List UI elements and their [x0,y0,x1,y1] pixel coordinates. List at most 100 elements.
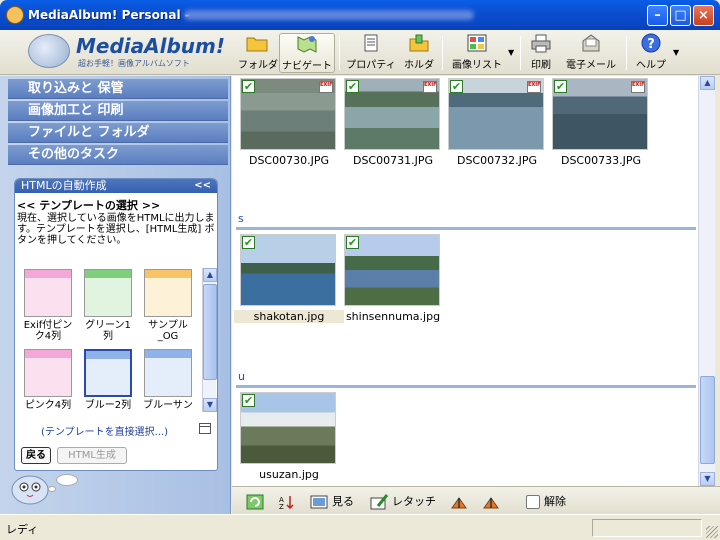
task-files-folders[interactable]: ファイルと フォルダ [8,123,228,143]
exif-badge-icon: EXIF [423,81,437,93]
direct-template-select-link[interactable]: (テンプレートを直接選択...) [41,423,168,438]
photo-item[interactable]: ✔ usuzan.jpg [240,392,338,481]
toolbar-separator [339,36,340,70]
template-thumbnail [144,349,192,397]
view-button[interactable]: 見る [310,492,354,512]
close-button[interactable]: × [693,5,714,26]
logo-subtitle: 超お手軽！画像アルバムソフト [78,59,190,68]
task-import-save[interactable]: 取り込みと 保管 [8,79,228,99]
retouch-button[interactable]: レタッチ [370,492,436,512]
collapse-chevron-icon[interactable]: << [194,179,211,193]
template-item[interactable]: ブルーサン [141,349,195,411]
check-icon[interactable]: ✔ [346,236,359,249]
svg-text:?: ? [647,37,655,52]
photo-filename: DSC00731.JPG [352,154,434,167]
photo-thumbnail[interactable]: ✔ EXIF [240,78,336,150]
html-generate-button[interactable]: HTML生成 [57,447,127,464]
template-thumbnail [144,269,192,317]
sort-button[interactable]: AZ [278,492,300,512]
retouch-label: レタッチ [392,495,436,508]
email-icon [582,34,600,52]
window-title-redacted [184,10,474,20]
task-other[interactable]: その他のタスク [8,145,228,165]
check-icon[interactable]: ✔ [242,236,255,249]
scroll-down-icon[interactable]: ▼ [700,472,715,486]
toolbar-separator [520,36,521,70]
check-icon[interactable]: ✔ [242,394,255,407]
photo-filename: usuzan.jpg [259,468,319,481]
rotate-right-button[interactable] [482,492,504,512]
html-generator-panel: HTMLの自動作成 << << テンプレートの選択 >> 現在、選択している画像… [14,178,218,471]
app-icon [6,6,24,24]
group-divider [236,385,696,388]
template-item[interactable]: Exif付ピンク4列 [21,269,75,342]
photo-filename: shakotan.jpg [234,310,344,323]
photo-thumbnail[interactable]: ✔ EXIF [344,78,440,150]
template-scrollbar[interactable]: ▲ ▼ [202,268,217,412]
template-thumbnail [24,349,72,397]
toolbar-holder-button[interactable]: ホルダ [400,33,438,73]
deselect-button[interactable]: 解除 [526,492,566,512]
scroll-up-icon[interactable]: ▲ [700,76,715,90]
toolbar-folder-button[interactable]: フォルダ [238,33,278,73]
photo-item[interactable]: ✔ EXIF DSC00732.JPG [448,78,546,167]
status-bar: レディ [0,514,720,540]
template-thumbnail [24,269,72,317]
task-image-edit-print[interactable]: 画像加工と 印刷 [8,101,228,121]
exif-badge-icon: EXIF [527,81,541,93]
rotate-left-button[interactable] [450,492,472,512]
mascot-icon [11,475,49,505]
photo-item-selected[interactable]: ✔ shakotan.jpg [234,234,344,323]
window-icon[interactable] [199,423,211,434]
template-item[interactable]: サンプル_OG [141,269,195,342]
photo-thumbnail[interactable]: ✔ [240,392,336,464]
check-icon[interactable]: ✔ [242,80,255,93]
image-list-dropdown-icon[interactable]: ▼ [508,48,514,57]
maximize-button[interactable]: □ [670,5,691,26]
resize-grip-icon[interactable] [706,526,718,538]
template-item-selected[interactable]: ブルー2列 [81,349,135,411]
check-icon[interactable]: ✔ [554,80,567,93]
group-label: s [238,212,244,225]
template-item[interactable]: ピンク4列 [21,349,75,411]
html-panel-header[interactable]: HTMLの自動作成 << [15,179,217,193]
content-scroll-thumb[interactable] [700,376,715,464]
thumbnail-view[interactable]: ✔ EXIF DSC00730.JPG ✔ EXIF DSC00731.JPG … [232,76,698,486]
exif-badge-icon: EXIF [319,81,333,93]
check-icon[interactable]: ✔ [346,80,359,93]
template-scroll-thumb[interactable] [203,284,217,380]
minimize-button[interactable]: – [647,5,668,26]
back-button[interactable]: 戻る [21,447,51,464]
check-icon[interactable]: ✔ [450,80,463,93]
content-scrollbar[interactable]: ▲ ▼ [698,76,715,486]
toolbar-print-button[interactable]: 印刷 [526,33,556,73]
toolbar-navigate-button[interactable]: ナビゲート [279,33,335,73]
toolbar-separator [626,36,627,70]
toolbar-image-list-button[interactable]: 画像リスト [449,33,505,73]
title-bar[interactable]: MediaAlbum! Personal - – □ × [0,0,720,30]
photo-filename: DSC00732.JPG [456,154,538,167]
toolbar-email-button[interactable]: 電子メール [561,33,621,73]
refresh-icon [246,494,264,510]
help-icon: ? [641,33,661,53]
toolbar-help-button[interactable]: ? ヘルプ [633,33,669,73]
toolbar-properties-button[interactable]: プロパティ [346,33,396,73]
scroll-up-icon[interactable]: ▲ [203,268,217,282]
photo-item[interactable]: ✔ EXIF DSC00733.JPG [552,78,650,167]
template-thumbnail [84,269,132,317]
photo-thumbnail[interactable]: ✔ EXIF [552,78,648,150]
photo-thumbnail[interactable]: ✔ EXIF [448,78,544,150]
refresh-button[interactable] [246,492,268,512]
photo-thumbnail[interactable]: ✔ [240,234,336,306]
logo-title: MediaAlbum! [76,34,225,58]
app-logo: MediaAlbum! 超お手軽！画像アルバムソフト [28,34,238,72]
photo-item[interactable]: ✔ shinsennuma.jpg [344,234,442,323]
photo-item[interactable]: ✔ EXIF DSC00731.JPG [344,78,442,167]
help-dropdown-icon[interactable]: ▼ [673,48,679,57]
template-item[interactable]: グリーン1列 [81,269,135,342]
photo-thumbnail[interactable]: ✔ [344,234,440,306]
scroll-down-icon[interactable]: ▼ [203,398,217,412]
photo-item[interactable]: ✔ EXIF DSC00730.JPG [240,78,338,167]
view-label: 見る [332,495,354,508]
photo-filename: shinsennuma.jpg [345,310,441,323]
